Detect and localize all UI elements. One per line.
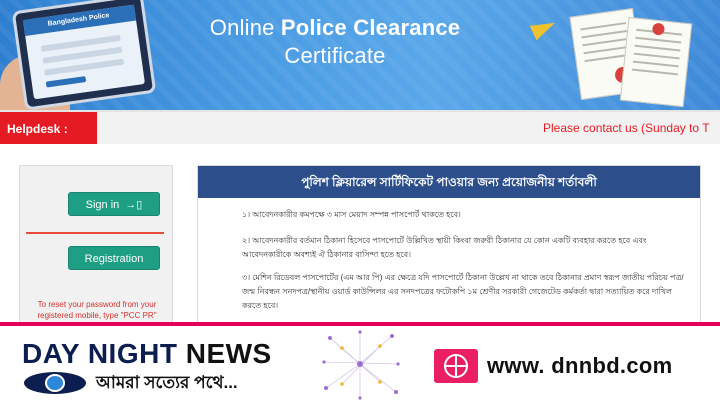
tablet-button xyxy=(45,76,87,88)
divider xyxy=(26,232,164,234)
brand-news: NEWS xyxy=(185,338,272,369)
news-watermark-strip: DAY NIGHT NEWS আমরা সত্যের পথে... www. d… xyxy=(0,322,720,405)
helpdesk-label: Helpdesk : xyxy=(0,112,97,144)
news-tagline: আমরা সত্যের পথে... xyxy=(96,373,238,392)
website-url[interactable]: www. dnnbd.com xyxy=(487,353,673,379)
title-police-clearance: Police Clearance xyxy=(280,15,461,40)
tablet-illustration: Bangladesh Police xyxy=(11,0,157,110)
reset-password-note: To reset your password from your registe… xyxy=(37,300,157,320)
title-certificate: Certificate xyxy=(284,43,386,68)
registration-button[interactable]: Registration xyxy=(68,246,160,270)
signin-label: Sign in xyxy=(85,199,120,211)
eye-logo-icon xyxy=(24,372,86,394)
helpdesk-marquee: Please contact us (Sunday to T xyxy=(543,121,710,135)
helpdesk-bar: Helpdesk : Please contact us (Sunday to … xyxy=(0,110,720,144)
condition-item: ২। আবেদনকারীর বর্তমান ঠিকানা হিসেবে পাসপ… xyxy=(242,236,647,259)
tablet-screen: Bangladesh Police xyxy=(22,4,146,100)
condition-item: ১। আবেদনকারীর কমপক্ষে ৩ মাস মেয়াদ সম্পন… xyxy=(242,210,461,219)
network-graphic-icon xyxy=(322,330,400,400)
tablet-label: Bangladesh Police xyxy=(22,4,137,37)
header-banner: Bangladesh Police Online Police Clearanc… xyxy=(0,0,720,110)
registration-label: Registration xyxy=(84,253,144,265)
page: Bangladesh Police Online Police Clearanc… xyxy=(0,0,720,405)
certificate-document xyxy=(619,16,693,108)
sign-in-icon: →▯ xyxy=(125,199,143,211)
conditions-heading: পুলিশ ক্লিয়ারেন্স সার্টিফিকেট পাওয়ার জ… xyxy=(198,166,700,198)
title-online: Online xyxy=(209,15,275,40)
page-title: Online Police Clearance Certificate xyxy=(200,14,470,70)
condition-item: ৩। মেশিন রিডেবল পাসপোর্টের (এম আর পি) এর… xyxy=(242,273,684,310)
conditions-panel: পুলিশ ক্লিয়ারেন্স সার্টিফিকেট পাওয়ার জ… xyxy=(197,165,701,325)
signin-button[interactable]: Sign in →▯ xyxy=(68,192,160,216)
globe-icon xyxy=(434,349,478,383)
brand-day-night: DAY NIGHT xyxy=(22,338,178,369)
news-brand: DAY NIGHT NEWS xyxy=(22,338,272,370)
